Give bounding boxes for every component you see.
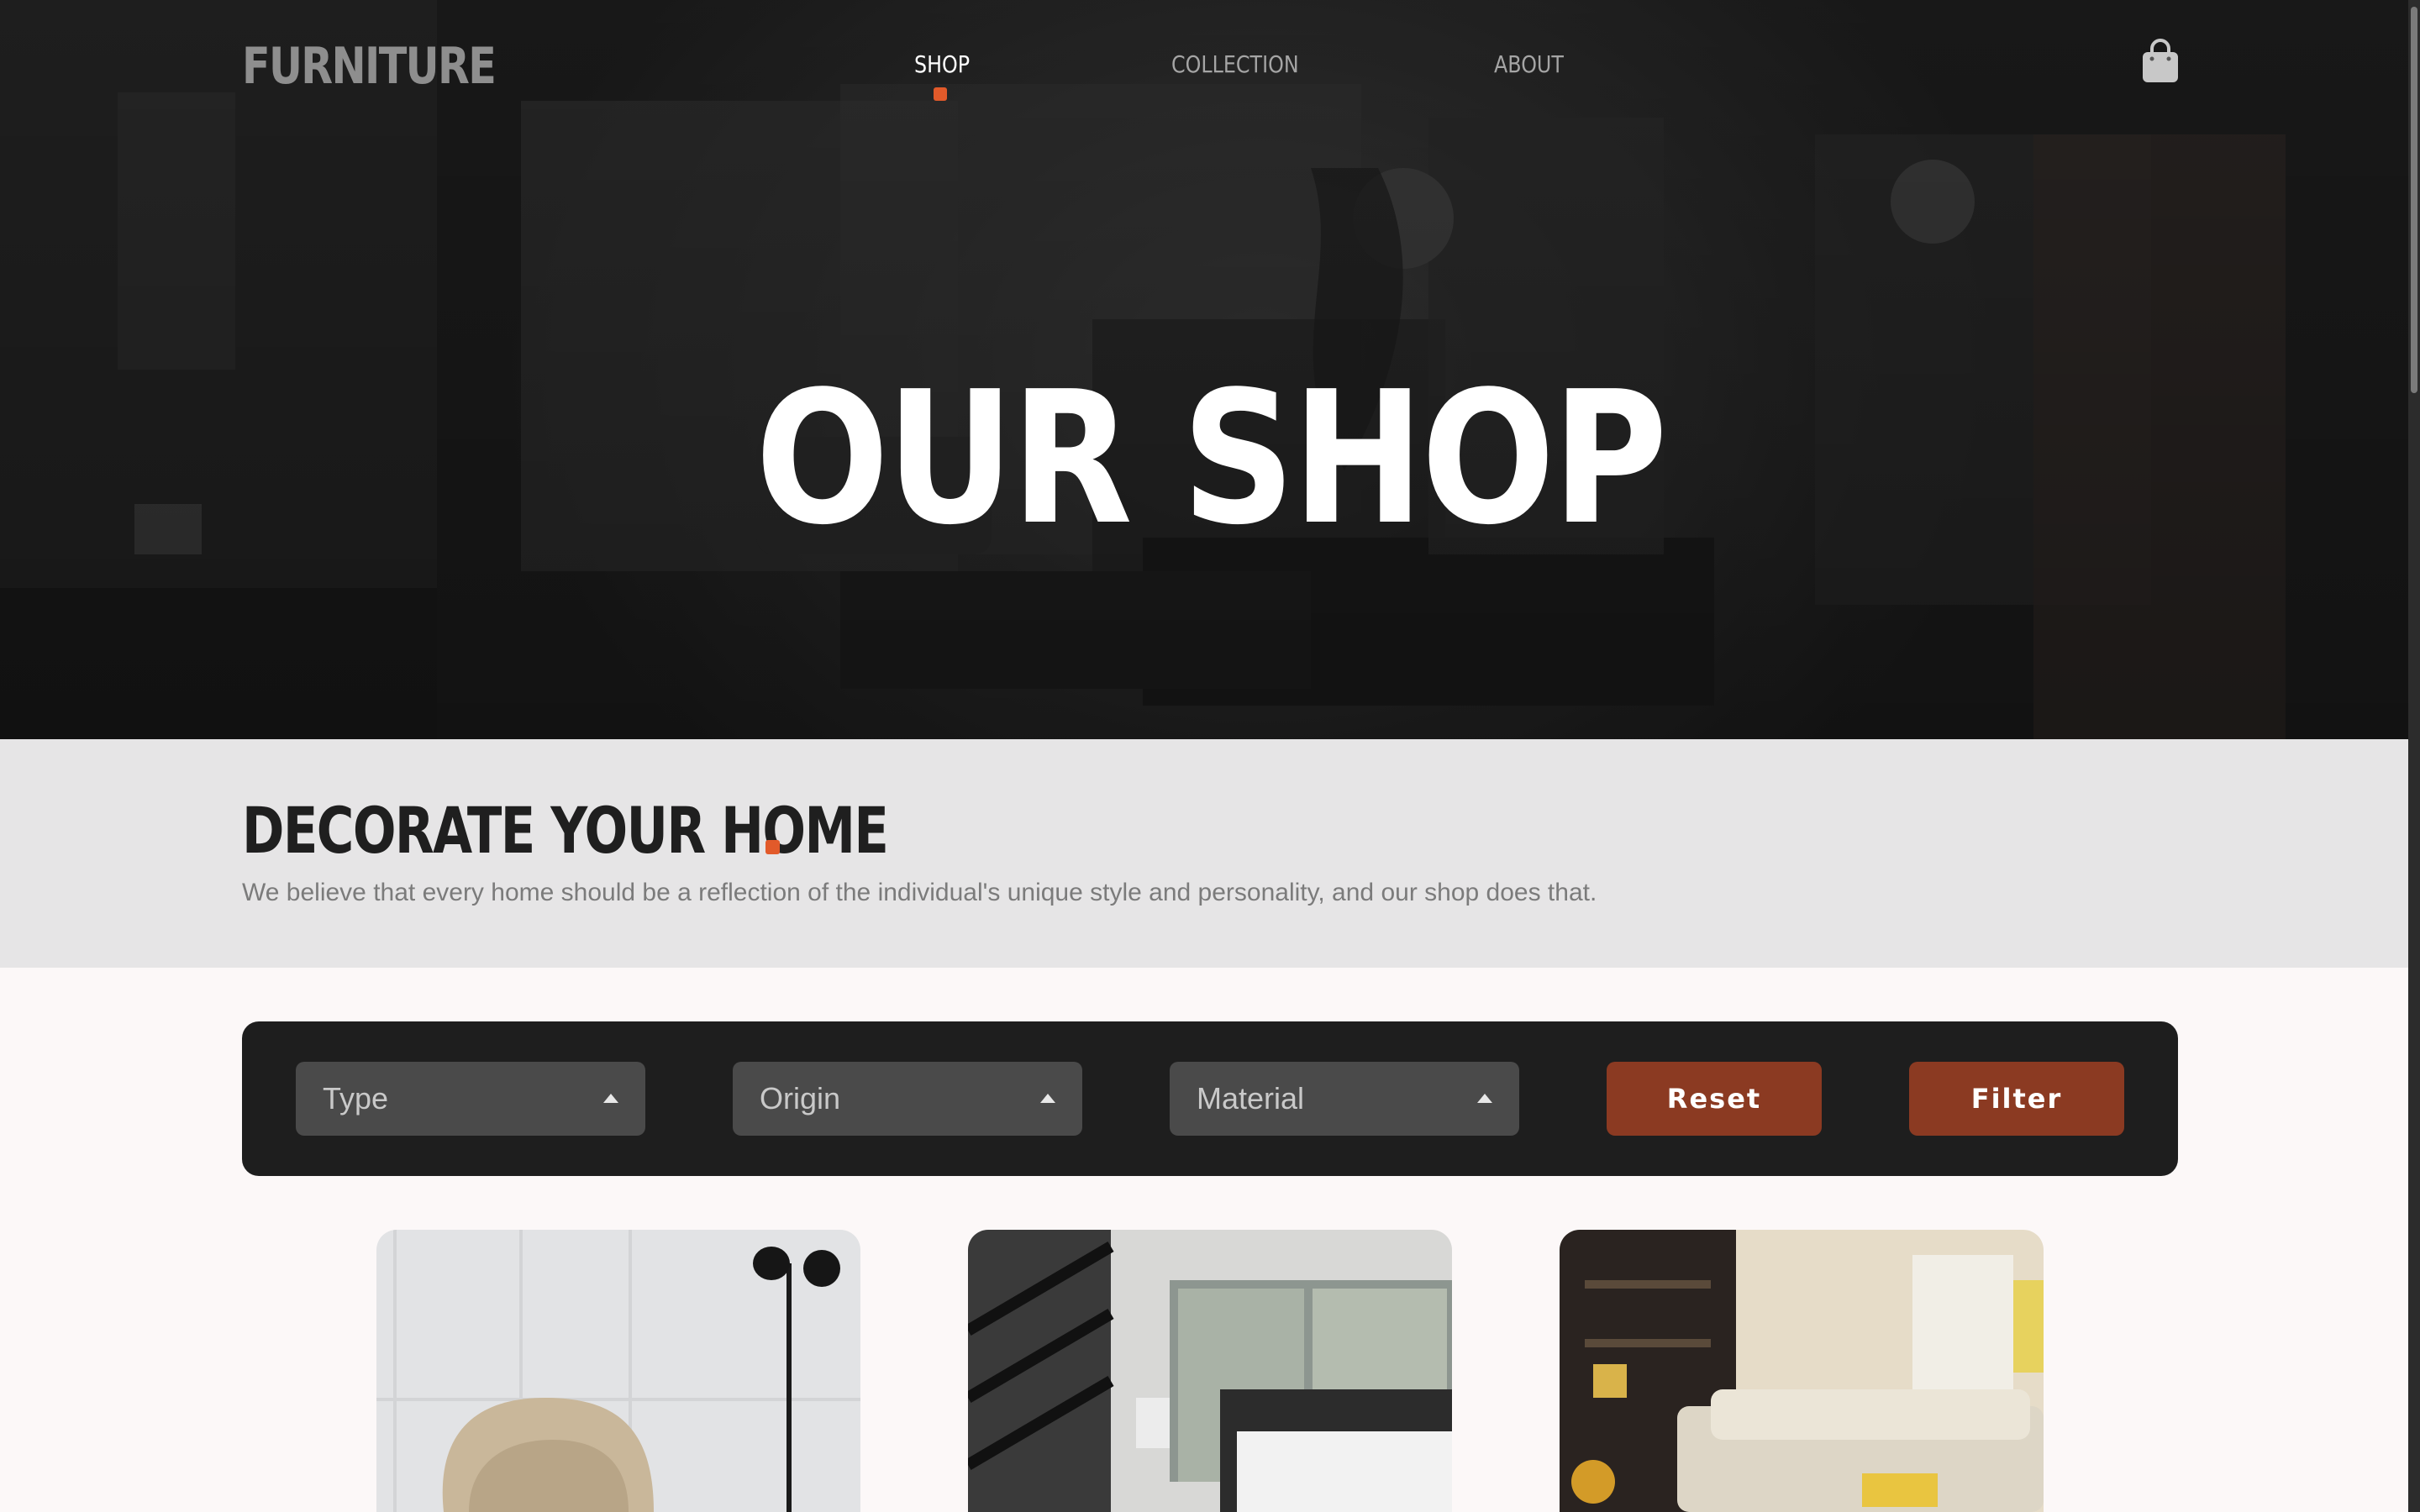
- caret-up-icon: [603, 1094, 618, 1103]
- intro-title: DECORATE YOUR HOME: [242, 793, 889, 868]
- product-card[interactable]: [968, 1230, 1452, 1512]
- origin-select[interactable]: Origin: [733, 1062, 1082, 1136]
- product-image-armchair: [376, 1230, 860, 1512]
- scrollbar-thumb[interactable]: [2411, 7, 2417, 393]
- nav-item-shop[interactable]: SHOP: [914, 50, 970, 78]
- nav-active-indicator: [934, 87, 947, 101]
- brand-logo[interactable]: FURNITURE: [242, 37, 497, 96]
- page-scrollbar[interactable]: [2408, 0, 2420, 1512]
- reset-button[interactable]: Reset: [1607, 1062, 1822, 1136]
- material-select[interactable]: Material: [1170, 1062, 1519, 1136]
- type-select-label: Type: [323, 1081, 389, 1116]
- shopping-bag-icon[interactable]: [2141, 39, 2180, 84]
- hero-title: OUR SHOP: [755, 353, 1668, 565]
- caret-up-icon: [1040, 1094, 1055, 1103]
- origin-select-label: Origin: [760, 1081, 841, 1116]
- nav-item-collection[interactable]: COLLECTION: [1171, 50, 1299, 78]
- material-select-label: Material: [1197, 1081, 1305, 1116]
- product-image-living-room: [1560, 1230, 2044, 1512]
- intro-description: We believe that every home should be a r…: [242, 879, 1597, 906]
- product-card[interactable]: [1560, 1230, 2044, 1512]
- product-card[interactable]: [376, 1230, 860, 1512]
- caret-up-icon: [1477, 1094, 1492, 1103]
- intro-accent-dot: [765, 840, 780, 854]
- nav-item-about[interactable]: ABOUT: [1494, 50, 1564, 78]
- product-image-bedroom: [968, 1230, 1452, 1512]
- filter-button[interactable]: Filter: [1909, 1062, 2124, 1136]
- type-select[interactable]: Type: [296, 1062, 645, 1136]
